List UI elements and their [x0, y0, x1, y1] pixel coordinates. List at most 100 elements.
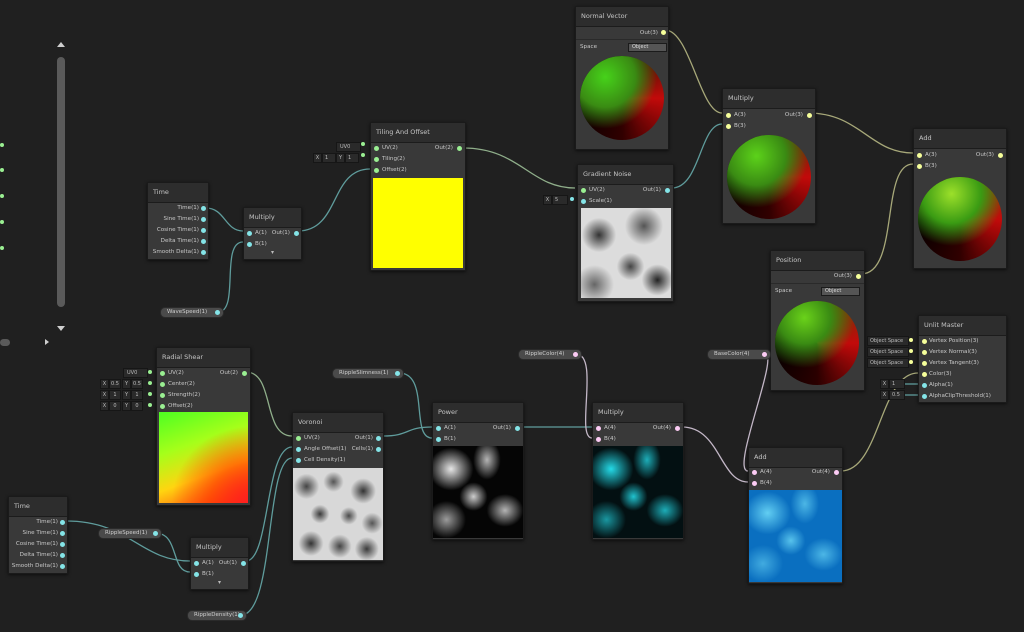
input-port[interactable]: [922, 382, 927, 388]
output-port[interactable]: [215, 310, 220, 315]
strength-field[interactable]: 1: [131, 390, 143, 400]
offset-field[interactable]: 0: [131, 401, 143, 411]
input-port[interactable]: [922, 393, 927, 399]
scrollbar-thumb[interactable]: [0, 339, 10, 346]
input-port-b[interactable]: [247, 242, 252, 247]
output-port[interactable]: [762, 352, 767, 357]
property-ripple-color[interactable]: RippleColor(4): [518, 349, 582, 360]
input-port[interactable]: [160, 403, 165, 409]
uv-dropdown[interactable]: UV0: [123, 368, 148, 378]
input-port-tiling[interactable]: [374, 157, 379, 162]
port-dot[interactable]: [361, 153, 365, 157]
property-ripple-slimness[interactable]: RippleSlimness(1): [332, 368, 404, 379]
output-port[interactable]: [201, 238, 206, 244]
vertical-scrollbar[interactable]: [56, 42, 66, 331]
property-ripple-speed[interactable]: RippleSpeed(1): [98, 528, 162, 539]
input-port-a[interactable]: [752, 470, 757, 475]
input-port-b[interactable]: [726, 124, 731, 129]
output-port[interactable]: [201, 205, 206, 211]
scale-x-field[interactable]: 5: [552, 195, 568, 205]
output-port[interactable]: [665, 188, 670, 193]
space-dropdown[interactable]: Object Space: [867, 347, 909, 357]
output-port[interactable]: [376, 435, 381, 441]
output-port[interactable]: [60, 519, 65, 525]
node-time-bottom[interactable]: Time Time(1) Sine Time(1) Cosine Time(1) De…: [8, 496, 68, 574]
node-multiply-bottom[interactable]: Multiply A(1) B(1) Out(1) ▾: [190, 537, 249, 590]
input-port-uv[interactable]: [374, 146, 379, 151]
chevron-down-icon[interactable]: ▾: [244, 249, 301, 256]
input-port-a[interactable]: [194, 561, 199, 566]
output-port[interactable]: [201, 227, 206, 233]
node-power[interactable]: Power A(1) B(1) Out(1): [432, 402, 524, 540]
port-dot[interactable]: [0, 143, 4, 147]
property-ripple-density[interactable]: RippleDensity(1): [187, 610, 247, 621]
input-port[interactable]: [296, 446, 301, 452]
node-unlit-master[interactable]: Unlit Master Vertex Position(3) Vertex No…: [918, 315, 1007, 403]
strength-field[interactable]: 1: [109, 390, 121, 400]
uv-dropdown[interactable]: UV0: [336, 142, 361, 152]
output-port[interactable]: [675, 426, 680, 431]
input-port-a[interactable]: [726, 113, 731, 118]
input-port-b[interactable]: [752, 481, 757, 486]
node-radial-shear[interactable]: Radial Shear UV(2) Center(2) Strength(2) Of…: [156, 347, 251, 506]
clip-field[interactable]: 0.5: [889, 390, 905, 400]
port-dot[interactable]: [0, 194, 4, 198]
output-port[interactable]: [60, 552, 65, 558]
output-port[interactable]: [515, 426, 520, 431]
output-port[interactable]: [201, 249, 206, 255]
property-base-color[interactable]: BaseColor(4): [707, 349, 771, 360]
port-dot[interactable]: [0, 220, 4, 224]
input-port-a[interactable]: [247, 231, 252, 236]
input-port-b[interactable]: [436, 437, 441, 442]
output-port[interactable]: [856, 274, 861, 279]
input-port[interactable]: [160, 381, 165, 387]
input-port-b[interactable]: [596, 437, 601, 442]
port-dot[interactable]: [148, 370, 152, 374]
tiling-x-field[interactable]: 1: [322, 153, 336, 163]
node-tiling-and-offset[interactable]: Tiling And Offset UV(2) Tiling(2) Offset…: [370, 122, 466, 271]
output-port[interactable]: [60, 530, 65, 536]
input-port[interactable]: [296, 435, 301, 441]
input-port-b[interactable]: [917, 164, 922, 169]
port-dot[interactable]: [148, 403, 152, 407]
output-port[interactable]: [201, 216, 206, 222]
output-port[interactable]: [60, 563, 65, 569]
scrollbar-thumb[interactable]: [57, 57, 65, 307]
port-dot[interactable]: [909, 338, 913, 342]
port-dot[interactable]: [361, 142, 365, 146]
tiling-y-field[interactable]: 1: [345, 153, 359, 163]
node-normal-vector[interactable]: Normal Vector Out(3) Space Object: [575, 6, 669, 150]
output-port[interactable]: [395, 371, 400, 376]
output-port[interactable]: [153, 531, 158, 536]
output-port[interactable]: [241, 561, 246, 566]
output-port[interactable]: [834, 470, 839, 475]
node-multiply-left[interactable]: Multiply A(1) B(1) Out(1) ▾: [243, 207, 302, 260]
input-port[interactable]: [922, 360, 927, 366]
output-port[interactable]: [661, 30, 666, 35]
input-port[interactable]: [296, 457, 301, 463]
node-add-bottom[interactable]: Add A(4) B(4) Out(4): [748, 447, 843, 584]
output-port[interactable]: [238, 613, 243, 618]
space-dropdown[interactable]: Object: [821, 287, 860, 296]
port-dot[interactable]: [0, 246, 4, 250]
port-dot[interactable]: [909, 360, 913, 364]
input-port[interactable]: [160, 392, 165, 398]
node-position[interactable]: Position Out(3) Space Object: [770, 250, 865, 391]
input-port[interactable]: [160, 370, 165, 376]
input-port-a[interactable]: [436, 426, 441, 431]
space-dropdown[interactable]: Object Space: [867, 358, 909, 368]
scroll-right-arrow[interactable]: [45, 339, 49, 345]
property-wave-speed[interactable]: WaveSpeed(1): [160, 307, 224, 318]
input-port-uv[interactable]: [581, 188, 586, 193]
input-port[interactable]: [922, 349, 927, 355]
output-port[interactable]: [60, 541, 65, 547]
output-port[interactable]: [294, 231, 299, 236]
alpha-field[interactable]: 1: [889, 379, 905, 389]
output-port[interactable]: [457, 146, 462, 151]
port-dot[interactable]: [148, 381, 152, 385]
output-port[interactable]: [242, 371, 247, 376]
node-gradient-noise[interactable]: Gradient Noise UV(2) Scale(1) Out(1): [577, 164, 674, 302]
scroll-down-arrow[interactable]: [57, 326, 65, 331]
chevron-down-icon[interactable]: ▾: [191, 579, 248, 586]
input-port-a[interactable]: [596, 426, 601, 431]
